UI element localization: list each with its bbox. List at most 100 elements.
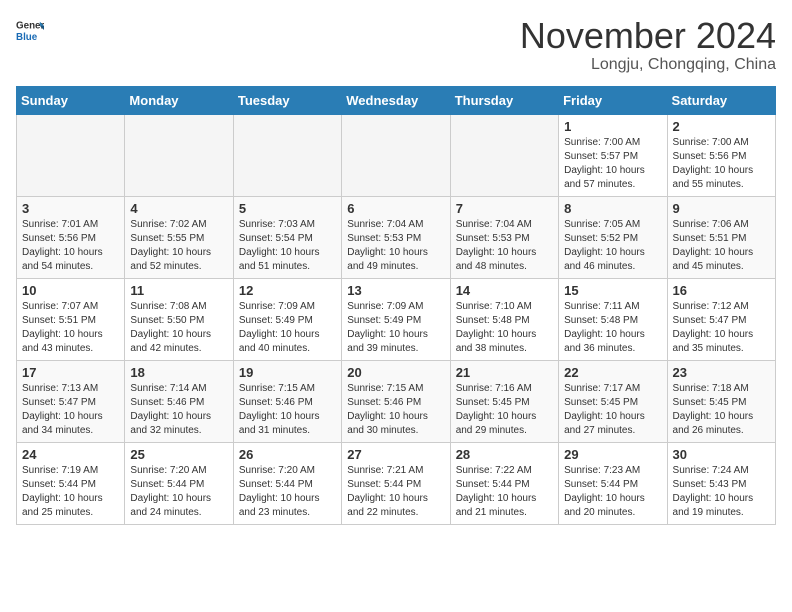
day-info: Sunrise: 7:20 AM Sunset: 5:44 PM Dayligh… (130, 464, 227, 520)
day-info: Sunrise: 7:22 AM Sunset: 5:44 PM Dayligh… (456, 464, 553, 520)
day-info: Sunrise: 7:15 AM Sunset: 5:46 PM Dayligh… (239, 382, 336, 438)
weekday-header-monday: Monday (125, 86, 233, 114)
day-number: 7 (456, 201, 553, 216)
weekday-header-wednesday: Wednesday (342, 86, 450, 114)
calendar-cell: 7 Sunrise: 7:04 AM Sunset: 5:53 PM Daylig… (450, 196, 558, 278)
calendar-cell: 24 Sunrise: 7:19 AM Sunset: 5:44 PM Dayli… (17, 442, 125, 524)
calendar-cell: 30 Sunrise: 7:24 AM Sunset: 5:43 PM Dayli… (667, 442, 775, 524)
title-area: November 2024 Longju, Chongqing, China (520, 16, 776, 74)
calendar-cell: 27Sunrise: 7:21 AM Sunset: 5:44 PM Dayli… (342, 442, 450, 524)
calendar-cell (125, 114, 233, 196)
day-number: 24 (22, 447, 119, 462)
day-number: 18 (130, 365, 227, 380)
day-info: Sunrise: 7:13 AM Sunset: 5:47 PM Dayligh… (22, 382, 119, 438)
logo-icon: General Blue (16, 16, 44, 44)
header: General Blue November 2024 Longju, Chong… (16, 16, 776, 74)
logo: General Blue (16, 16, 44, 49)
calendar-cell: 3Sunrise: 7:01 AM Sunset: 5:56 PM Daylig… (17, 196, 125, 278)
day-info: Sunrise: 7:00 AM Sunset: 5:56 PM Dayligh… (673, 136, 770, 192)
weekday-header-saturday: Saturday (667, 86, 775, 114)
day-number: 20 (347, 365, 444, 380)
calendar-cell: 11 Sunrise: 7:08 AM Sunset: 5:50 PM Dayli… (125, 278, 233, 360)
day-info: Sunrise: 7:12 AM Sunset: 5:47 PM Dayligh… (673, 300, 770, 356)
day-info: Sunrise: 7:04 AM Sunset: 5:53 PM Dayligh… (347, 218, 444, 274)
day-info: Sunrise: 7:24 AM Sunset: 5:43 PM Dayligh… (673, 464, 770, 520)
day-number: 1 (564, 119, 661, 134)
day-info: Sunrise: 7:07 AM Sunset: 5:51 PM Dayligh… (22, 300, 119, 356)
day-number: 30 (673, 447, 770, 462)
day-number: 14 (456, 283, 553, 298)
calendar-cell: 6 Sunrise: 7:04 AM Sunset: 5:53 PM Daylig… (342, 196, 450, 278)
day-number: 25 (130, 447, 227, 462)
calendar-cell: 15 Sunrise: 7:11 AM Sunset: 5:48 PM Dayli… (559, 278, 667, 360)
day-number: 17 (22, 365, 119, 380)
day-info: Sunrise: 7:01 AM Sunset: 5:56 PM Dayligh… (22, 218, 119, 274)
calendar-cell: 22Sunrise: 7:17 AM Sunset: 5:45 PM Dayli… (559, 360, 667, 442)
weekday-header-friday: Friday (559, 86, 667, 114)
day-number: 2 (673, 119, 770, 134)
day-number: 15 (564, 283, 661, 298)
day-number: 16 (673, 283, 770, 298)
day-number: 13 (347, 283, 444, 298)
calendar-cell (342, 114, 450, 196)
day-number: 23 (673, 365, 770, 380)
day-number: 6 (347, 201, 444, 216)
month-title: November 2024 (520, 16, 776, 56)
day-number: 9 (673, 201, 770, 216)
calendar-cell: 1Sunrise: 7:00 AM Sunset: 5:57 PM Daylig… (559, 114, 667, 196)
day-info: Sunrise: 7:02 AM Sunset: 5:55 PM Dayligh… (130, 218, 227, 274)
calendar-cell: 2 Sunrise: 7:00 AM Sunset: 5:56 PM Daylig… (667, 114, 775, 196)
calendar-cell: 13 Sunrise: 7:09 AM Sunset: 5:49 PM Dayli… (342, 278, 450, 360)
week-row-3: 10 Sunrise: 7:07 AM Sunset: 5:51 PM Dayli… (17, 278, 776, 360)
day-info: Sunrise: 7:06 AM Sunset: 5:51 PM Dayligh… (673, 218, 770, 274)
day-number: 26 (239, 447, 336, 462)
day-info: Sunrise: 7:09 AM Sunset: 5:49 PM Dayligh… (239, 300, 336, 356)
day-number: 21 (456, 365, 553, 380)
day-info: Sunrise: 7:21 AM Sunset: 5:44 PM Dayligh… (347, 464, 444, 520)
calendar-cell: 5 Sunrise: 7:03 AM Sunset: 5:54 PM Daylig… (233, 196, 341, 278)
calendar-cell: 18Sunrise: 7:14 AM Sunset: 5:46 PM Dayli… (125, 360, 233, 442)
day-info: Sunrise: 7:19 AM Sunset: 5:44 PM Dayligh… (22, 464, 119, 520)
location: Longju, Chongqing, China (520, 56, 776, 74)
day-info: Sunrise: 7:04 AM Sunset: 5:53 PM Dayligh… (456, 218, 553, 274)
day-info: Sunrise: 7:03 AM Sunset: 5:54 PM Dayligh… (239, 218, 336, 274)
calendar-cell: 12 Sunrise: 7:09 AM Sunset: 5:49 PM Dayli… (233, 278, 341, 360)
day-number: 11 (130, 283, 227, 298)
weekday-header-sunday: Sunday (17, 86, 125, 114)
weekday-header-row: SundayMondayTuesdayWednesdayThursdayFrid… (17, 86, 776, 114)
calendar-cell: 19 Sunrise: 7:15 AM Sunset: 5:46 PM Dayli… (233, 360, 341, 442)
day-info: Sunrise: 7:08 AM Sunset: 5:50 PM Dayligh… (130, 300, 227, 356)
day-info: Sunrise: 7:18 AM Sunset: 5:45 PM Dayligh… (673, 382, 770, 438)
calendar-cell: 28 Sunrise: 7:22 AM Sunset: 5:44 PM Dayli… (450, 442, 558, 524)
day-number: 19 (239, 365, 336, 380)
week-row-2: 3Sunrise: 7:01 AM Sunset: 5:56 PM Daylig… (17, 196, 776, 278)
day-number: 12 (239, 283, 336, 298)
calendar-cell: 8 Sunrise: 7:05 AM Sunset: 5:52 PM Daylig… (559, 196, 667, 278)
calendar-cell: 29 Sunrise: 7:23 AM Sunset: 5:44 PM Dayli… (559, 442, 667, 524)
calendar-cell: 20 Sunrise: 7:15 AM Sunset: 5:46 PM Dayli… (342, 360, 450, 442)
day-info: Sunrise: 7:17 AM Sunset: 5:45 PM Dayligh… (564, 382, 661, 438)
day-number: 10 (22, 283, 119, 298)
day-info: Sunrise: 7:23 AM Sunset: 5:44 PM Dayligh… (564, 464, 661, 520)
day-info: Sunrise: 7:20 AM Sunset: 5:44 PM Dayligh… (239, 464, 336, 520)
day-number: 5 (239, 201, 336, 216)
day-info: Sunrise: 7:15 AM Sunset: 5:46 PM Dayligh… (347, 382, 444, 438)
calendar-cell: 17 Sunrise: 7:13 AM Sunset: 5:47 PM Dayli… (17, 360, 125, 442)
calendar-cell: 23 Sunrise: 7:18 AM Sunset: 5:45 PM Dayli… (667, 360, 775, 442)
calendar-cell: 4 Sunrise: 7:02 AM Sunset: 5:55 PM Daylig… (125, 196, 233, 278)
day-number: 29 (564, 447, 661, 462)
day-number: 4 (130, 201, 227, 216)
day-info: Sunrise: 7:11 AM Sunset: 5:48 PM Dayligh… (564, 300, 661, 356)
day-info: Sunrise: 7:09 AM Sunset: 5:49 PM Dayligh… (347, 300, 444, 356)
calendar-cell: 25 Sunrise: 7:20 AM Sunset: 5:44 PM Dayli… (125, 442, 233, 524)
day-number: 28 (456, 447, 553, 462)
calendar-cell: 21Sunrise: 7:16 AM Sunset: 5:45 PM Dayli… (450, 360, 558, 442)
calendar-cell: 10 Sunrise: 7:07 AM Sunset: 5:51 PM Dayli… (17, 278, 125, 360)
week-row-1: 1Sunrise: 7:00 AM Sunset: 5:57 PM Daylig… (17, 114, 776, 196)
svg-text:Blue: Blue (16, 32, 38, 43)
day-info: Sunrise: 7:05 AM Sunset: 5:52 PM Dayligh… (564, 218, 661, 274)
weekday-header-tuesday: Tuesday (233, 86, 341, 114)
calendar-cell: 9 Sunrise: 7:06 AM Sunset: 5:51 PM Daylig… (667, 196, 775, 278)
day-number: 8 (564, 201, 661, 216)
weekday-header-thursday: Thursday (450, 86, 558, 114)
